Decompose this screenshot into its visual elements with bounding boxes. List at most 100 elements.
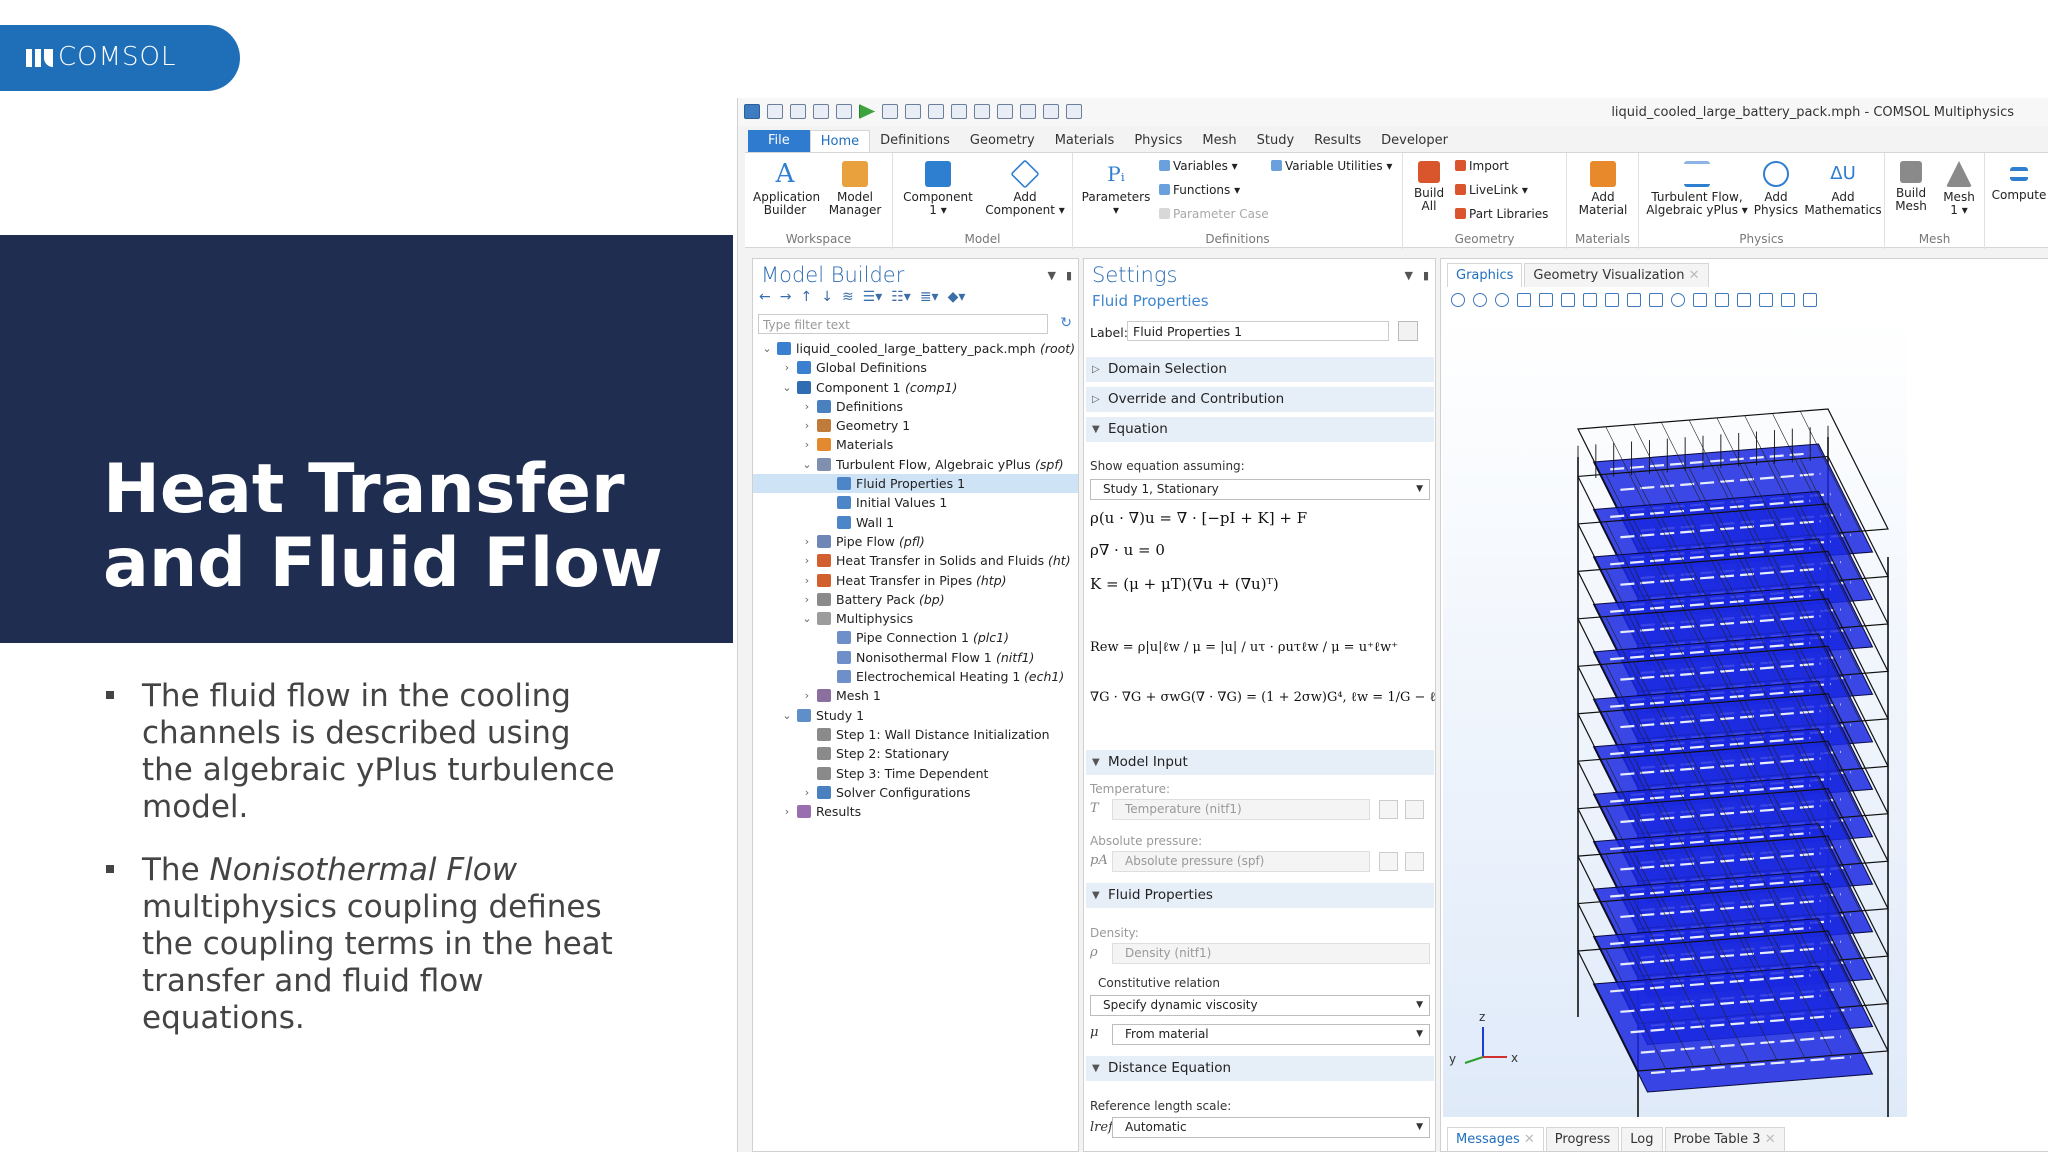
duplicate-icon[interactable]: [974, 104, 990, 119]
menu-definitions[interactable]: Definitions: [870, 130, 960, 152]
save-as-icon[interactable]: [836, 104, 852, 119]
tree-item[interactable]: Step 2: Stationary: [753, 744, 1078, 763]
menu-materials[interactable]: Materials: [1045, 130, 1125, 152]
tab-geometry-visualization[interactable]: Geometry Visualization ✕: [1524, 263, 1709, 287]
zoom-icon[interactable]: [1066, 104, 1082, 119]
chevron-right-icon[interactable]: ›: [801, 686, 813, 705]
tree-item[interactable]: › Battery Pack (bp): [753, 590, 1078, 609]
reference-length-select[interactable]: Automatic ▼: [1112, 1117, 1430, 1138]
tree-item[interactable]: Nonisothermal Flow 1 (nitf1): [753, 648, 1078, 667]
zoom-in-icon[interactable]: [1451, 293, 1465, 307]
chevron-right-icon[interactable]: ›: [781, 802, 793, 821]
zoom-out-icon[interactable]: [1473, 293, 1487, 307]
close-icon[interactable]: ✕: [1689, 268, 1700, 283]
tree-item[interactable]: Wall 1: [753, 513, 1078, 532]
menu-study[interactable]: Study: [1247, 130, 1305, 152]
image-snapshot-icon[interactable]: [1803, 293, 1817, 307]
print-icon[interactable]: [1781, 293, 1795, 307]
tab-log[interactable]: Log: [1621, 1127, 1663, 1151]
view-3d-icon[interactable]: [1649, 293, 1663, 307]
list-icon[interactable]: ≣▾: [920, 289, 939, 305]
forward-arrow-icon[interactable]: →: [780, 289, 792, 305]
section-distance-equation[interactable]: ▼ Distance Equation: [1086, 1056, 1434, 1081]
tab-graphics[interactable]: Graphics: [1447, 263, 1523, 287]
filter-input[interactable]: Type filter text: [758, 314, 1048, 334]
constitutive-relation-select[interactable]: Specify dynamic viscosity ▼: [1090, 995, 1430, 1016]
clear-icon[interactable]: [1043, 104, 1059, 119]
import-button[interactable]: Import: [1455, 159, 1509, 173]
views-icon[interactable]: [1561, 293, 1575, 307]
paste-icon[interactable]: [951, 104, 967, 119]
chevron-down-icon[interactable]: ⌄: [761, 339, 773, 358]
tree-item[interactable]: Step 3: Time Dependent: [753, 764, 1078, 783]
rotate-icon[interactable]: [1671, 293, 1685, 307]
chevron-right-icon[interactable]: ›: [801, 397, 813, 416]
turbulent-flow-button[interactable]: Turbulent Flow, Algebraic yPlus ▾: [1643, 161, 1751, 217]
section-model-input[interactable]: ▼ Model Input: [1086, 750, 1434, 775]
run-icon[interactable]: [859, 104, 875, 119]
livelink-button[interactable]: LiveLink ▾: [1455, 183, 1528, 197]
tree-item[interactable]: › Results: [753, 802, 1078, 821]
build-mesh-button[interactable]: Build Mesh: [1889, 161, 1933, 213]
back-arrow-icon[interactable]: ←: [759, 289, 771, 305]
view-zx-icon[interactable]: [1627, 293, 1641, 307]
section-equation[interactable]: ▼ Equation: [1086, 417, 1434, 442]
section-fluid-properties[interactable]: ▼ Fluid Properties: [1086, 883, 1434, 908]
tree-item[interactable]: › Heat Transfer in Solids and Fluids (ht): [753, 551, 1078, 570]
parameter-case-button[interactable]: Parameter Case: [1159, 207, 1269, 221]
select-icon[interactable]: [1020, 104, 1036, 119]
chevron-right-icon[interactable]: ›: [801, 783, 813, 802]
temperature-select[interactable]: Temperature (nitf1): [1112, 799, 1370, 820]
chevron-down-icon[interactable]: ⌄: [801, 609, 813, 628]
filter-tree-icon[interactable]: ◆▾: [948, 289, 966, 305]
add-mathematics-button[interactable]: ΔU Add Mathematics: [1803, 161, 1883, 217]
model-manager-button[interactable]: Model Manager: [825, 161, 885, 217]
view-yz-icon[interactable]: [1605, 293, 1619, 307]
tree-item[interactable]: Step 1: Wall Distance Initialization: [753, 725, 1078, 744]
mesh-1-button[interactable]: Mesh 1 ▾: [1937, 161, 1981, 217]
close-icon[interactable]: ✕: [1524, 1132, 1535, 1147]
component-button[interactable]: Component 1 ▾: [901, 161, 975, 217]
temperature-settings-button[interactable]: [1405, 800, 1424, 819]
zoom-extents-icon[interactable]: [1539, 293, 1553, 307]
tree-item[interactable]: › Mesh 1: [753, 686, 1078, 705]
tree-item[interactable]: › Materials: [753, 435, 1078, 454]
redo-icon[interactable]: [905, 104, 921, 119]
section-override[interactable]: ▷ Override and Contribution: [1086, 387, 1434, 412]
tree-item[interactable]: ⌄ liquid_cooled_large_battery_pack.mph (ro…: [753, 339, 1078, 358]
tree-item[interactable]: ⌄ Component 1 (comp1): [753, 378, 1078, 397]
variables-button[interactable]: Variables ▾: [1159, 159, 1238, 173]
tree-item[interactable]: › Heat Transfer in Pipes (htp): [753, 571, 1078, 590]
application-builder-button[interactable]: A Application Builder: [753, 161, 820, 217]
menu-file[interactable]: File: [748, 130, 810, 152]
wireframe-icon[interactable]: [1737, 293, 1751, 307]
pressure-select[interactable]: Absolute pressure (spf): [1112, 851, 1370, 872]
expand-icon[interactable]: ☰▾: [863, 289, 883, 305]
part-libraries-button[interactable]: Part Libraries: [1455, 207, 1548, 221]
chevron-right-icon[interactable]: ›: [801, 590, 813, 609]
chevron-right-icon[interactable]: ›: [801, 532, 813, 551]
up-arrow-icon[interactable]: ↑: [800, 289, 812, 305]
chevron-down-icon[interactable]: ⌄: [781, 706, 793, 725]
study-select[interactable]: Study 1, Stationary ▼: [1090, 479, 1430, 500]
save-icon[interactable]: [813, 104, 829, 119]
tab-progress[interactable]: Progress: [1545, 1127, 1620, 1151]
tree-item[interactable]: › Geometry 1: [753, 416, 1078, 435]
add-physics-button[interactable]: Add Physics: [1751, 161, 1801, 217]
density-select[interactable]: Density (nitf1): [1112, 943, 1430, 964]
tree-item[interactable]: › Global Definitions: [753, 358, 1078, 377]
collapse-icon[interactable]: ☷▾: [891, 289, 911, 305]
tree-item[interactable]: ⌄ Multiphysics: [753, 609, 1078, 628]
delete-icon[interactable]: [997, 104, 1013, 119]
tree-item[interactable]: ⌄ Turbulent Flow, Algebraic yPlus (spf): [753, 455, 1078, 474]
pin-icon[interactable]: ▮: [1066, 269, 1072, 282]
menu-geometry[interactable]: Geometry: [960, 130, 1045, 152]
tree-item[interactable]: › Solver Configurations: [753, 783, 1078, 802]
chevron-right-icon[interactable]: ›: [801, 571, 813, 590]
tree-item[interactable]: Pipe Connection 1 (plc1): [753, 628, 1078, 647]
functions-button[interactable]: Functions ▾: [1159, 183, 1240, 197]
select-mode-icon[interactable]: [1693, 293, 1707, 307]
menu-mesh[interactable]: Mesh: [1192, 130, 1246, 152]
menu-results[interactable]: Results: [1304, 130, 1371, 152]
undo-icon[interactable]: [882, 104, 898, 119]
